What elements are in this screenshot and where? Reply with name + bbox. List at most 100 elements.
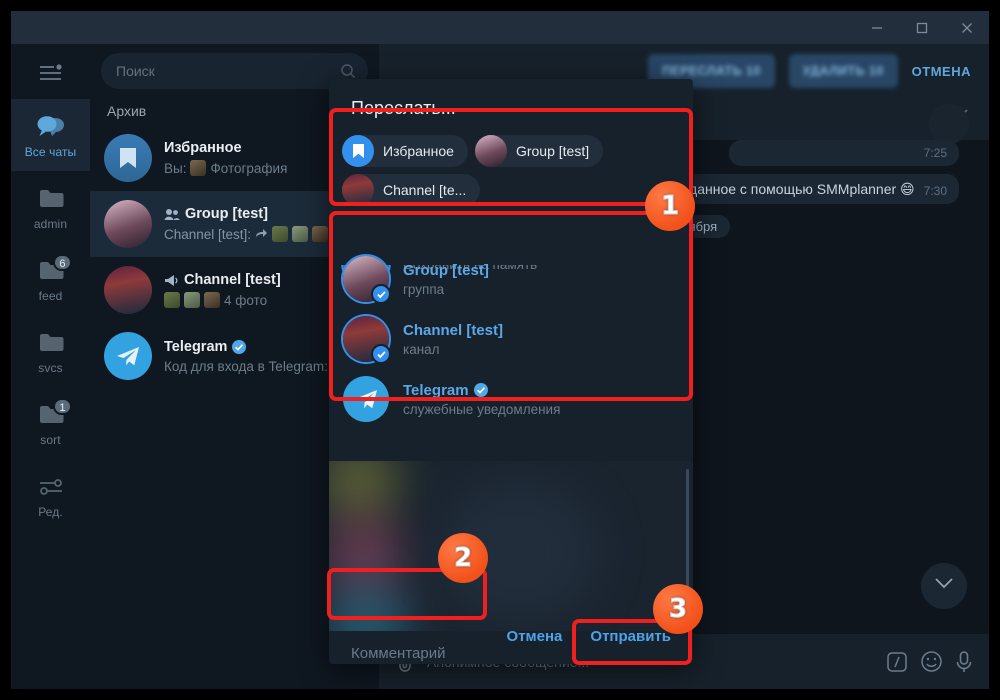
selected-chip-channel[interactable]: Channel [te... bbox=[342, 174, 481, 206]
slash-command-icon[interactable] bbox=[886, 651, 908, 673]
sidebar-item-admin[interactable]: admin bbox=[11, 171, 90, 243]
list-item-sub: канал bbox=[403, 341, 440, 357]
step-badge-1: 1 bbox=[645, 181, 695, 231]
screenshot-root: Все чаты admin 6 feed svcs 1 sort Ред. П… bbox=[0, 0, 1000, 700]
sidebar-item-svcs[interactable]: svcs bbox=[11, 315, 90, 387]
recipients-list[interactable]: Group [test] группа Channel [test] канал bbox=[329, 249, 693, 461]
folder-icon bbox=[34, 328, 68, 358]
photo-thumb-icon bbox=[292, 226, 309, 242]
group-avatar bbox=[104, 200, 152, 248]
chip-label: Избранное bbox=[383, 143, 454, 159]
folders-rail: Все чаты admin 6 feed svcs 1 sort Ред. bbox=[11, 44, 90, 689]
step-badge-3: 3 bbox=[653, 584, 703, 634]
sidebar-item-sort[interactable]: 1 sort bbox=[11, 387, 90, 459]
photo-thumb-icon bbox=[164, 292, 180, 308]
selected-chips-container: Избранное Group [test] Channel [te... bbox=[329, 133, 693, 214]
minimize-button[interactable] bbox=[854, 11, 899, 44]
search-placeholder: Поиск bbox=[116, 63, 155, 79]
chats-icon bbox=[34, 112, 68, 142]
search-input[interactable]: Поиск bbox=[101, 53, 368, 89]
send-button[interactable]: Отправить bbox=[590, 628, 671, 645]
scroll-to-bottom-button[interactable] bbox=[921, 563, 967, 609]
list-item[interactable]: Telegram служебные уведомления bbox=[329, 369, 693, 429]
group-avatar bbox=[343, 256, 391, 304]
chat-preview-prefix: Channel [test]: bbox=[164, 226, 252, 242]
chip-label: Group [test] bbox=[515, 143, 590, 159]
folder-icon: 1 bbox=[34, 397, 72, 430]
chat-name-text: Group [test] bbox=[185, 206, 268, 222]
saved-messages-avatar bbox=[104, 134, 152, 182]
message-bubble[interactable]: 7:25 bbox=[729, 140, 959, 166]
chat-preview-text: Код для входа в Telegram: bbox=[164, 358, 328, 374]
chip-label: Channel [te... bbox=[383, 182, 467, 198]
list-item-name-text: Telegram bbox=[403, 381, 469, 399]
dialog-actions: Отмена Отправить bbox=[329, 608, 693, 664]
check-icon bbox=[371, 284, 391, 304]
list-item[interactable]: Channel [test] канал bbox=[329, 309, 693, 369]
blurred-preview-area bbox=[329, 461, 693, 631]
sidebar-badge: 1 bbox=[53, 397, 72, 415]
message-bubble[interactable]: зданное с помощью SMMplanner 😄 7:30 bbox=[670, 174, 959, 204]
list-item-sub: служебные уведомления bbox=[403, 401, 561, 417]
selected-chip-saved[interactable]: Избранное bbox=[342, 135, 468, 167]
chat-name-text: Channel [test] bbox=[184, 272, 281, 288]
sidebar-item-label: feed bbox=[38, 288, 63, 303]
chevron-down-icon bbox=[934, 577, 954, 595]
sidebar-item-all-chats[interactable]: Все чаты bbox=[11, 99, 90, 171]
sidebar-item-feed[interactable]: 6 feed bbox=[11, 243, 90, 315]
channel-avatar bbox=[104, 266, 152, 314]
forwarded-icon bbox=[256, 229, 268, 237]
message-time: 7:30 bbox=[923, 184, 947, 198]
cancel-selection-button[interactable]: ОТМЕНА bbox=[912, 64, 971, 79]
delete-selected-button[interactable]: УДАЛИТЬ 10 bbox=[788, 54, 898, 88]
telegram-avatar bbox=[343, 376, 389, 422]
cancel-button[interactable]: Отмена bbox=[507, 628, 563, 645]
sidebar-item-edit[interactable]: Ред. bbox=[11, 459, 90, 531]
chat-preview-prefix: Вы: bbox=[164, 160, 187, 176]
maximize-button[interactable] bbox=[899, 11, 944, 44]
microphone-icon[interactable] bbox=[955, 650, 973, 674]
close-button[interactable] bbox=[944, 11, 989, 44]
check-icon bbox=[371, 344, 391, 364]
selected-chip-group[interactable]: Group [test] bbox=[474, 135, 604, 167]
folder-icon bbox=[34, 184, 68, 214]
sliders-icon bbox=[34, 472, 68, 502]
list-item[interactable]: Group [test] группа bbox=[329, 249, 693, 309]
step-badge-2: 2 bbox=[438, 533, 488, 583]
hamburger-menu-icon[interactable] bbox=[11, 44, 90, 99]
verified-icon bbox=[473, 383, 488, 397]
photo-thumb-icon bbox=[312, 226, 329, 242]
blur-blob bbox=[329, 461, 399, 521]
telegram-window: Все чаты admin 6 feed svcs 1 sort Ред. П… bbox=[11, 11, 989, 689]
window-titlebar bbox=[11, 11, 989, 44]
sidebar-item-label: admin bbox=[33, 216, 68, 231]
avatar bbox=[929, 104, 969, 144]
sidebar-item-label: Все чаты bbox=[24, 144, 77, 159]
verified-icon bbox=[232, 339, 247, 354]
saved-messages-avatar bbox=[342, 135, 374, 167]
list-item-meta: Channel [test] канал bbox=[403, 322, 503, 357]
list-item-sub: группа bbox=[403, 281, 445, 297]
smiley-icon[interactable] bbox=[920, 650, 943, 673]
message-text: зданное с помощью SMMplanner 😄 bbox=[682, 181, 915, 197]
group-avatar bbox=[474, 135, 507, 167]
chat-preview-text: 4 фото bbox=[224, 292, 268, 308]
photo-thumb-icon bbox=[190, 160, 207, 176]
photo-thumb-icon bbox=[204, 292, 220, 308]
sidebar-item-label: svcs bbox=[38, 360, 63, 375]
megaphone-icon bbox=[165, 274, 178, 286]
list-item-meta: Telegram служебные уведомления bbox=[403, 382, 560, 417]
list-item-name: Channel [test] bbox=[403, 321, 504, 339]
folder-icon: 6 bbox=[34, 253, 72, 286]
group-icon bbox=[164, 208, 180, 220]
telegram-avatar bbox=[104, 332, 152, 380]
sidebar-badge: 6 bbox=[53, 253, 72, 271]
sidebar-item-label: Ред. bbox=[38, 504, 63, 519]
list-item-name: Telegram bbox=[403, 382, 560, 399]
list-item-name: Group [test] bbox=[403, 261, 489, 279]
list-item-meta: Group [test] группа bbox=[403, 262, 489, 297]
sidebar-item-label: sort bbox=[40, 432, 61, 447]
photo-thumb-icon bbox=[184, 292, 200, 308]
channel-avatar bbox=[343, 316, 391, 364]
dialog-title: Переслать... bbox=[351, 98, 456, 118]
